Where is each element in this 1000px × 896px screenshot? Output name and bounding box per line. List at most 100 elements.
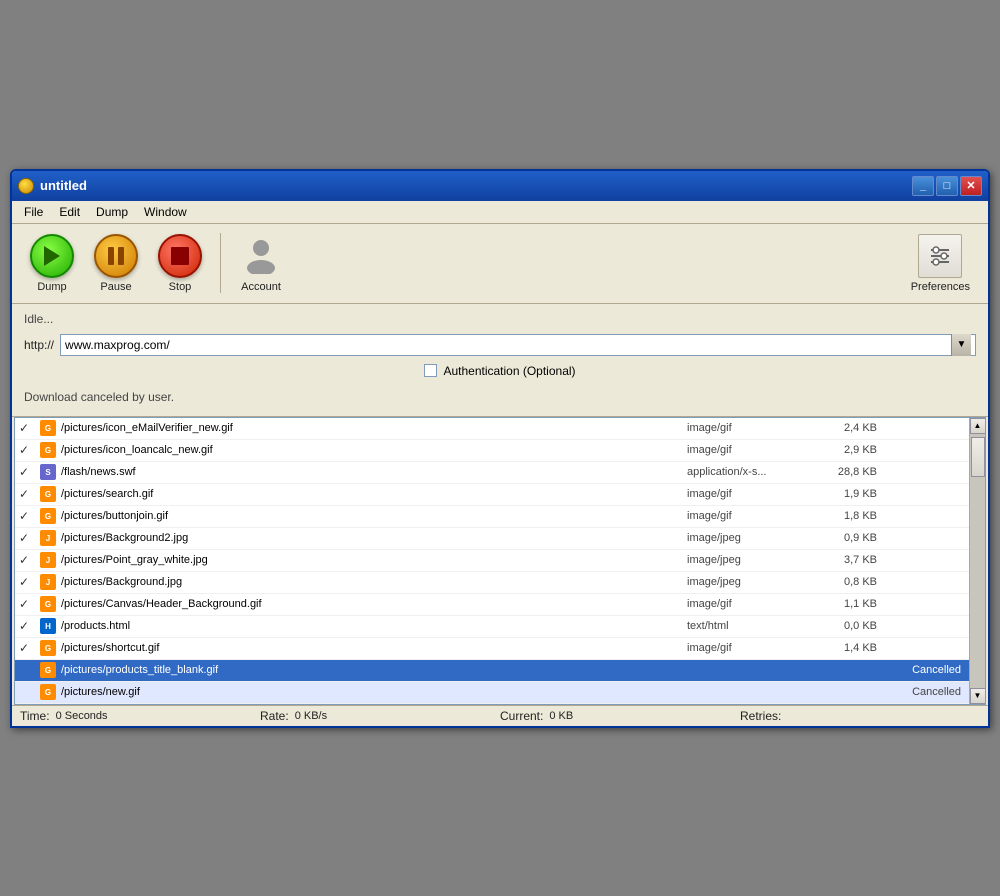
check-mark: ✓ — [19, 443, 35, 457]
cancel-text: Download canceled by user. — [24, 386, 976, 408]
check-mark: ✓ — [19, 575, 35, 589]
check-mark: ✓ — [19, 487, 35, 501]
statusbar: Time: 0 Seconds Rate: 0 KB/s Current: 0 … — [12, 705, 988, 726]
file-icon: G — [39, 441, 57, 459]
toolbar-separator — [220, 233, 221, 293]
file-size: 1,1 KB — [811, 598, 881, 610]
account-button[interactable]: Account — [231, 230, 291, 297]
url-input-container[interactable]: ▼ — [60, 334, 976, 356]
stop-square-icon — [171, 247, 189, 265]
file-size: 1,4 KB — [811, 642, 881, 654]
current-value: 0 KB — [549, 710, 573, 722]
pause-label: Pause — [100, 281, 131, 293]
file-icon: G — [39, 639, 57, 657]
file-row[interactable]: ✓ J /pictures/Background.jpg image/jpeg … — [15, 572, 969, 594]
time-value: 0 Seconds — [56, 710, 108, 722]
preferences-icon — [918, 234, 962, 278]
file-icon: J — [39, 551, 57, 569]
check-mark: ✓ — [19, 641, 35, 655]
rate-label: Rate: — [260, 709, 289, 723]
titlebar-left: untitled — [18, 178, 87, 194]
minimize-button[interactable]: _ — [912, 176, 934, 196]
pause-bars-icon — [108, 247, 124, 265]
scroll-down-button[interactable]: ▼ — [970, 688, 986, 704]
scroll-track[interactable] — [970, 434, 986, 688]
account-label: Account — [241, 281, 281, 293]
file-list-container: ✓ G /pictures/icon_eMailVerifier_new.gif… — [14, 417, 986, 705]
menu-file[interactable]: File — [16, 203, 51, 221]
scrollbar[interactable]: ▲ ▼ — [969, 418, 985, 704]
file-icon: G — [39, 661, 57, 679]
scroll-thumb[interactable] — [971, 437, 985, 477]
file-name: /pictures/Background2.jpg — [61, 532, 683, 544]
file-icon: G — [39, 485, 57, 503]
file-row[interactable]: G /pictures/new.gif Cancelled — [15, 682, 969, 704]
file-row[interactable]: ✓ J /pictures/Point_gray_white.jpg image… — [15, 550, 969, 572]
file-size: 28,8 KB — [811, 466, 881, 478]
close-button[interactable]: ✕ — [960, 176, 982, 196]
file-row[interactable]: ✓ G /pictures/icon_loancalc_new.gif imag… — [15, 440, 969, 462]
file-row[interactable]: ✓ G /pictures/buttonjoin.gif image/gif 1… — [15, 506, 969, 528]
url-input[interactable] — [65, 338, 951, 352]
file-row[interactable]: ✓ S /flash/news.swf application/x-s... 2… — [15, 462, 969, 484]
menubar: File Edit Dump Window — [12, 201, 988, 224]
file-name: /flash/news.swf — [61, 466, 683, 478]
file-row[interactable]: ✓ G /pictures/shortcut.gif image/gif 1,4… — [15, 638, 969, 660]
url-dropdown-button[interactable]: ▼ — [951, 334, 971, 356]
menu-edit[interactable]: Edit — [51, 203, 88, 221]
file-name: /pictures/icon_eMailVerifier_new.gif — [61, 422, 683, 434]
check-mark — [19, 663, 35, 677]
current-label: Current: — [500, 709, 543, 723]
toolbar: Dump Pause Stop — [12, 224, 988, 304]
file-row[interactable]: ✓ H /products.html text/html 0,0 KB — [15, 616, 969, 638]
menu-window[interactable]: Window — [136, 203, 195, 221]
file-name: /pictures/Point_gray_white.jpg — [61, 554, 683, 566]
file-name: /pictures/buttonjoin.gif — [61, 510, 683, 522]
account-icon — [239, 234, 283, 278]
file-name: /pictures/icon_loancalc_new.gif — [61, 444, 683, 456]
file-row[interactable]: ✓ G /pictures/Canvas/Header_Background.g… — [15, 594, 969, 616]
file-status: Cancelled — [885, 664, 965, 676]
file-name: /products.html — [61, 620, 683, 632]
file-icon: G — [39, 507, 57, 525]
file-type: image/gif — [687, 444, 807, 456]
check-mark: ✓ — [19, 531, 35, 545]
file-size: 1,9 KB — [811, 488, 881, 500]
file-type: image/gif — [687, 598, 807, 610]
file-type: image/jpeg — [687, 554, 807, 566]
file-type: image/gif — [687, 510, 807, 522]
file-type: application/x-s... — [687, 466, 807, 478]
statusbar-retries: Retries: — [740, 709, 980, 723]
file-type: image/gif — [687, 642, 807, 654]
file-list: ✓ G /pictures/icon_eMailVerifier_new.gif… — [15, 418, 969, 704]
time-label: Time: — [20, 709, 50, 723]
statusbar-current: Current: 0 KB — [500, 709, 740, 723]
check-mark: ✓ — [19, 553, 35, 567]
file-row[interactable]: G /pictures/products_title_blank.gif Can… — [15, 660, 969, 682]
dump-icon — [30, 234, 74, 278]
stop-icon — [158, 234, 202, 278]
menu-dump[interactable]: Dump — [88, 203, 136, 221]
pause-icon — [94, 234, 138, 278]
pause-button[interactable]: Pause — [86, 230, 146, 297]
maximize-button[interactable]: □ — [936, 176, 958, 196]
file-type: image/jpeg — [687, 532, 807, 544]
preferences-button[interactable]: Preferences — [903, 230, 978, 297]
file-row[interactable]: ✓ J /pictures/Background2.jpg image/jpeg… — [15, 528, 969, 550]
check-mark: ✓ — [19, 619, 35, 633]
file-row[interactable]: ✓ G /pictures/search.gif image/gif 1,9 K… — [15, 484, 969, 506]
dump-button[interactable]: Dump — [22, 230, 82, 297]
file-icon: H — [39, 617, 57, 635]
auth-checkbox[interactable] — [424, 364, 437, 377]
file-icon: J — [39, 573, 57, 591]
stop-button[interactable]: Stop — [150, 230, 210, 297]
url-label: http:// — [24, 338, 54, 352]
titlebar-buttons: _ □ ✕ — [912, 176, 982, 196]
rate-value: 0 KB/s — [295, 710, 327, 722]
scroll-up-button[interactable]: ▲ — [970, 418, 986, 434]
file-size: 1,8 KB — [811, 510, 881, 522]
check-mark: ✓ — [19, 421, 35, 435]
file-name: /pictures/shortcut.gif — [61, 642, 683, 654]
titlebar: untitled _ □ ✕ — [12, 171, 988, 201]
file-row[interactable]: ✓ G /pictures/icon_eMailVerifier_new.gif… — [15, 418, 969, 440]
